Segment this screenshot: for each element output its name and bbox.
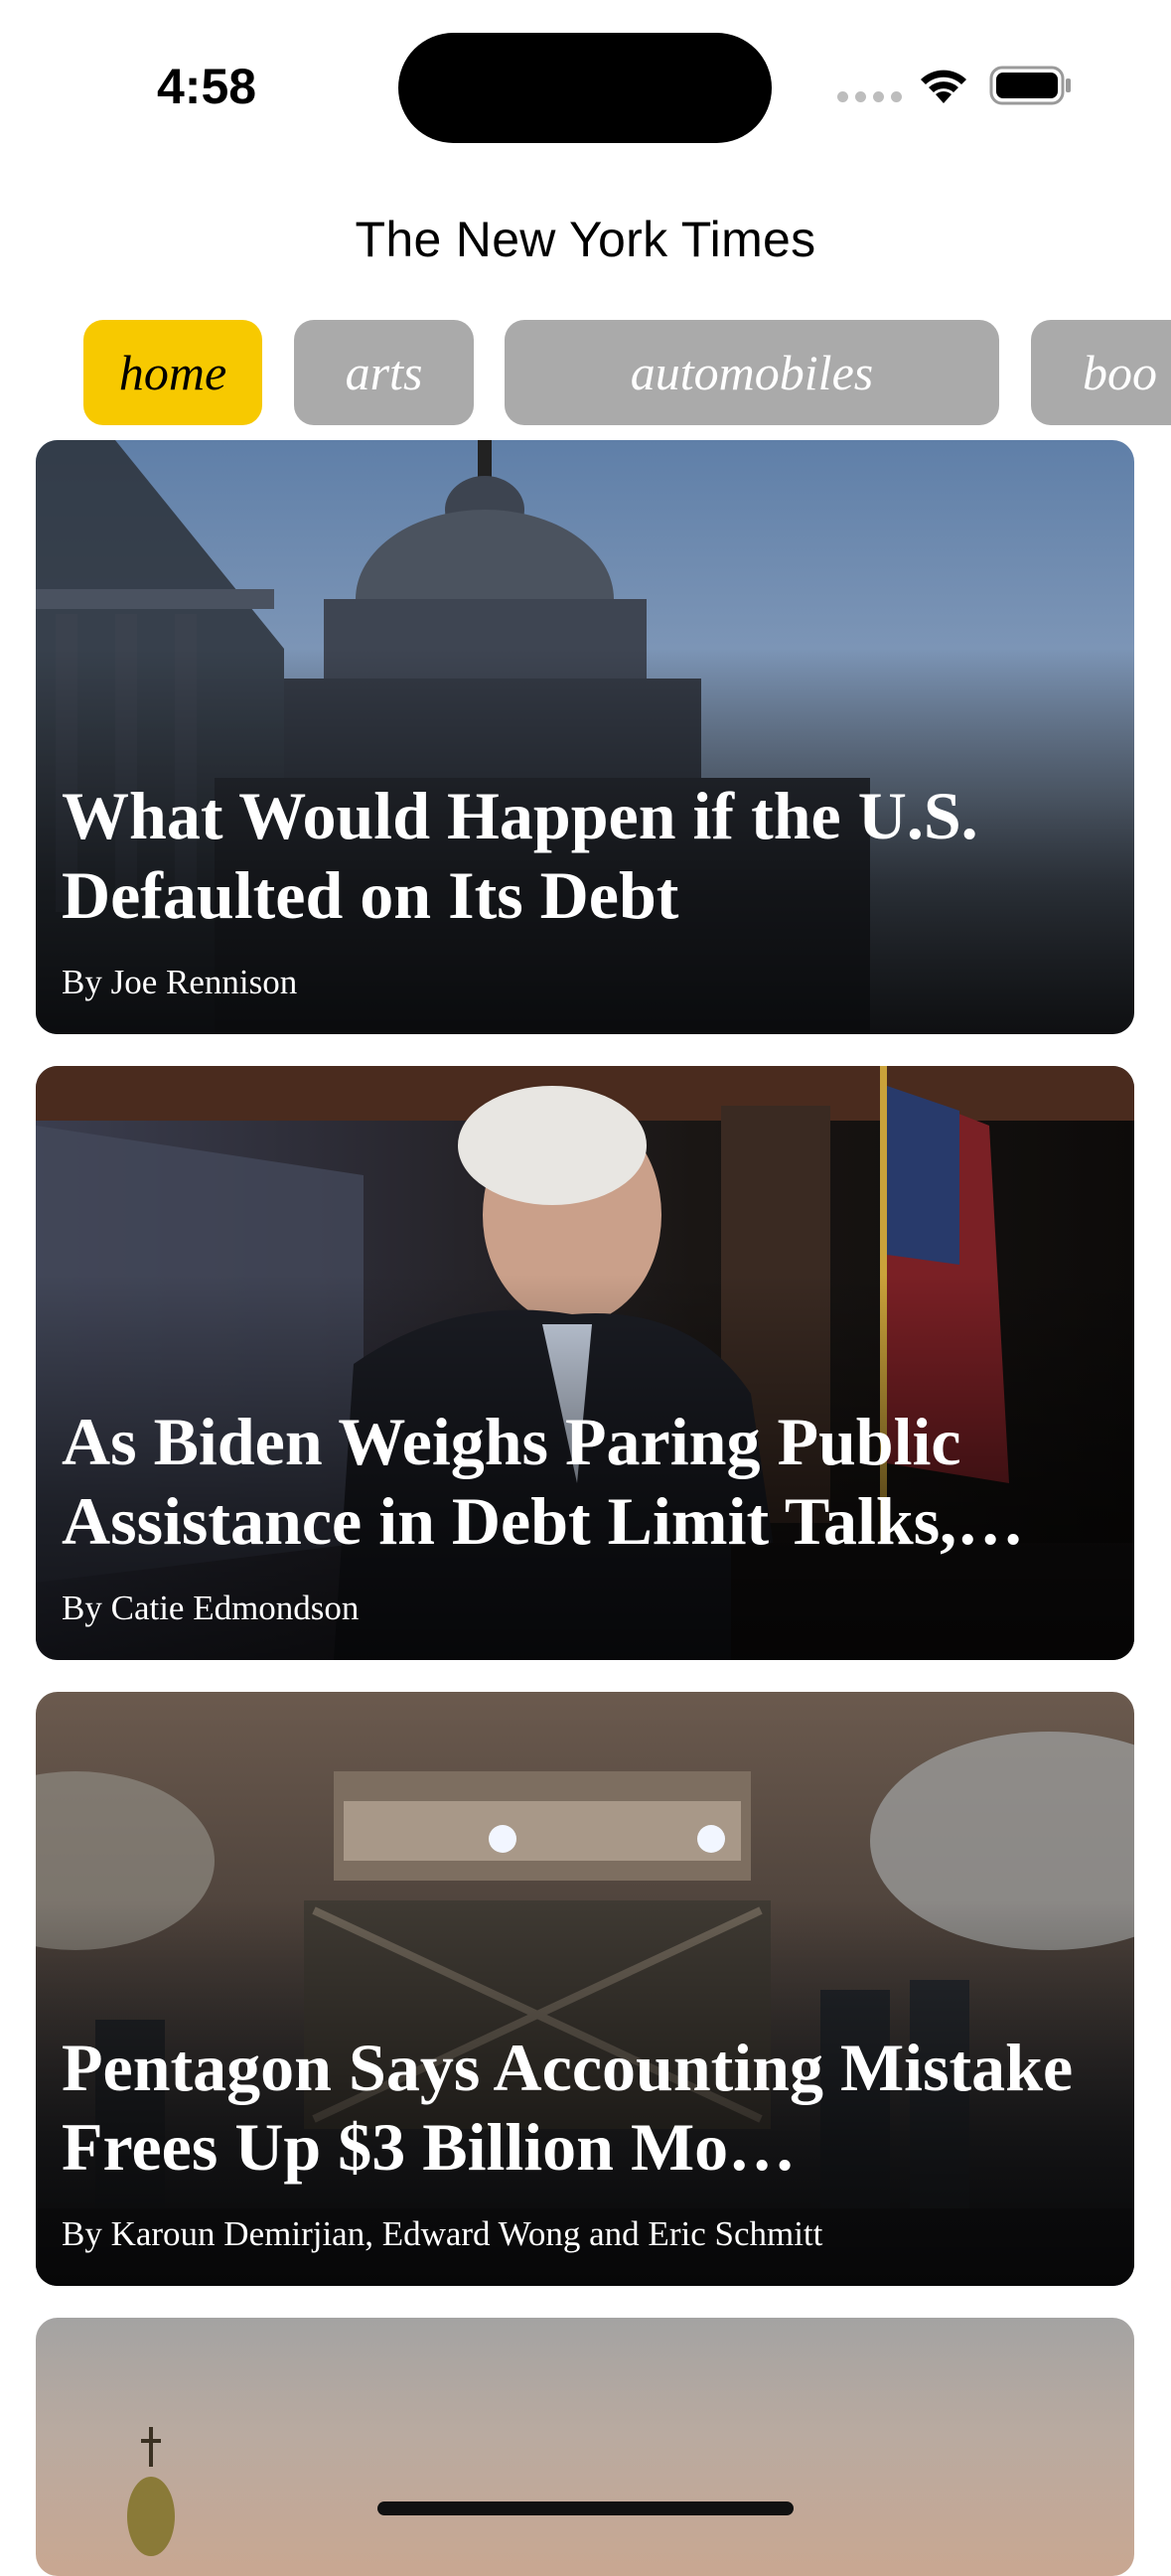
tab-home[interactable]: home	[83, 320, 262, 425]
article-card[interactable]: As Biden Weighs Paring Public Assistance…	[36, 1066, 1134, 1660]
app-title: The New York Times	[355, 212, 816, 267]
home-indicator[interactable]	[377, 2501, 794, 2515]
image-overlay	[36, 1066, 1134, 1660]
article-card[interactable]	[36, 2318, 1134, 2576]
tab-automobiles[interactable]: automobiles	[505, 320, 999, 425]
section-tabs: home arts automobiles boo	[0, 320, 1171, 427]
battery-icon	[989, 66, 1071, 105]
image-overlay	[36, 1692, 1134, 2286]
dynamic-island	[398, 33, 772, 143]
image-overlay	[36, 440, 1134, 1034]
cellular-signal-icon	[837, 91, 902, 102]
tab-books[interactable]: boo	[1031, 320, 1171, 425]
article-image-partial	[36, 2318, 1134, 2576]
status-time: 4:58	[157, 59, 257, 114]
article-headline: As Biden Weighs Paring Public Assistance…	[62, 1404, 1025, 1559]
article-card[interactable]: Pentagon Says Accounting Mistake Frees U…	[36, 1692, 1134, 2286]
tab-arts[interactable]: arts	[294, 320, 474, 425]
article-card[interactable]: What Would Happen if the U.S. Defaulted …	[36, 440, 1134, 1034]
article-byline: By Catie Edmondson	[62, 1589, 360, 1627]
status-bar: 4:58	[0, 0, 1171, 169]
article-byline: By Karoun Demirjian, Edward Wong and Eri…	[62, 2214, 823, 2253]
article-headline: What Would Happen if the U.S. Defaulted …	[62, 778, 978, 933]
wifi-icon	[921, 70, 966, 103]
article-byline: By Joe Rennison	[62, 963, 298, 1001]
article-headline: Pentagon Says Accounting Mistake Frees U…	[62, 2030, 1074, 2185]
